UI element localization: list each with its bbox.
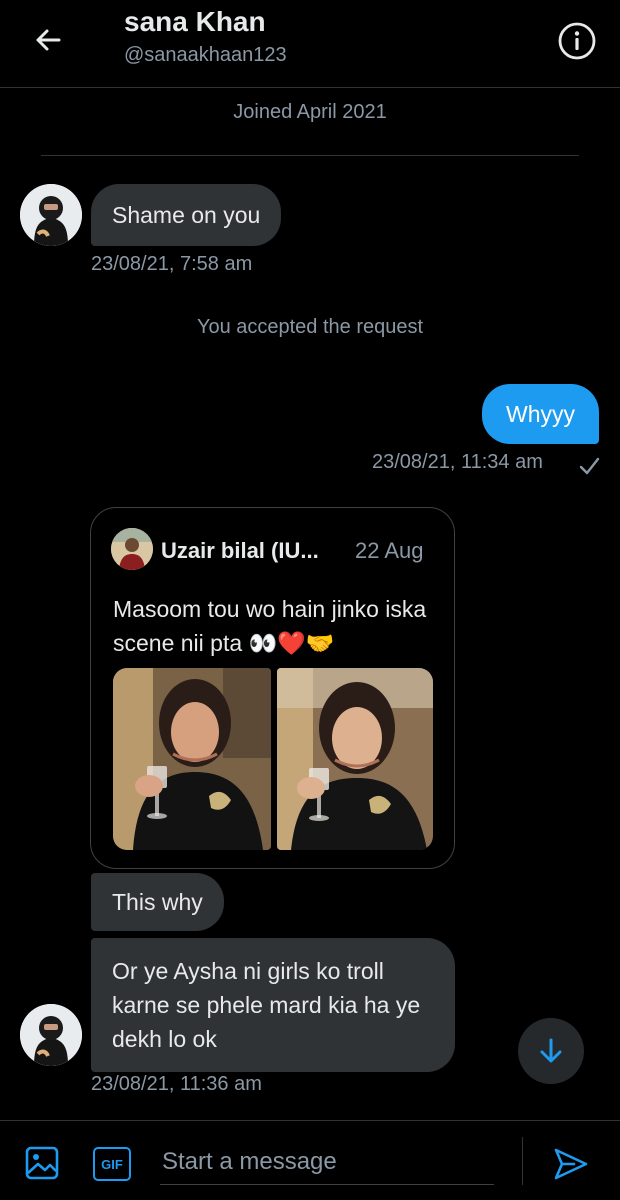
system-message: You accepted the request [196,316,424,338]
send-button[interactable] [550,1143,592,1185]
quoted-tweet-date: 22 Aug [355,538,424,563]
avatar-image [20,1004,82,1066]
quoted-tweet-card[interactable]: Uzair bilal (IU... 22 Aug Masoom tou wo … [90,507,455,869]
contact-name[interactable]: sana Khan [124,6,266,38]
gif-button[interactable]: GIF [92,1145,132,1183]
joined-date: Joined April 2021 [233,101,387,123]
message-bubble-sent[interactable]: Whyyy [482,384,599,444]
message-composer: GIF [0,1120,620,1200]
arrow-down-icon [540,1038,562,1063]
message-input[interactable] [160,1139,494,1185]
divider [41,155,579,156]
quoted-author-avatar-image [111,528,153,570]
message-bubble[interactable]: This why [91,873,224,931]
composer-divider [522,1137,523,1185]
contact-handle: @sanaakhaan123 [124,44,287,66]
message-bubble[interactable]: Or ye Aysha ni girls ko troll karne se p… [91,938,455,1072]
quoted-tweet-text: Masoom tou wo hain jinko iska scene nii … [113,596,427,656]
info-button[interactable] [556,20,598,62]
arrow-left-icon [36,29,61,51]
back-button[interactable] [26,20,70,60]
quoted-author-avatar [111,528,153,570]
image-icon [25,1146,59,1180]
scroll-to-bottom-button[interactable] [518,1018,584,1084]
message-timestamp: 23/08/21, 11:34 am [372,451,543,473]
avatar-image [20,184,82,246]
conversation-header: sana Khan @sanaakhaan123 [0,0,620,88]
add-media-button[interactable] [22,1143,62,1183]
tweet-photo-image [277,668,433,850]
gif-icon: GIF [93,1147,131,1181]
tweet-photo[interactable] [113,668,271,850]
info-circle-icon [558,22,596,60]
checkmark-icon [579,457,600,475]
gif-label: GIF [101,1156,123,1172]
message-timestamp: 23/08/21, 11:36 am [91,1073,262,1095]
avatar[interactable] [20,184,82,246]
quoted-author-name: Uzair bilal (IU... [161,538,319,563]
tweet-photo-image [113,668,271,850]
message-timestamp: 23/08/21, 7:58 am [91,253,253,275]
message-bubble[interactable]: Shame on you [91,184,282,246]
avatar[interactable] [20,1004,82,1066]
send-icon [554,1148,588,1180]
tweet-photo[interactable] [277,668,433,850]
